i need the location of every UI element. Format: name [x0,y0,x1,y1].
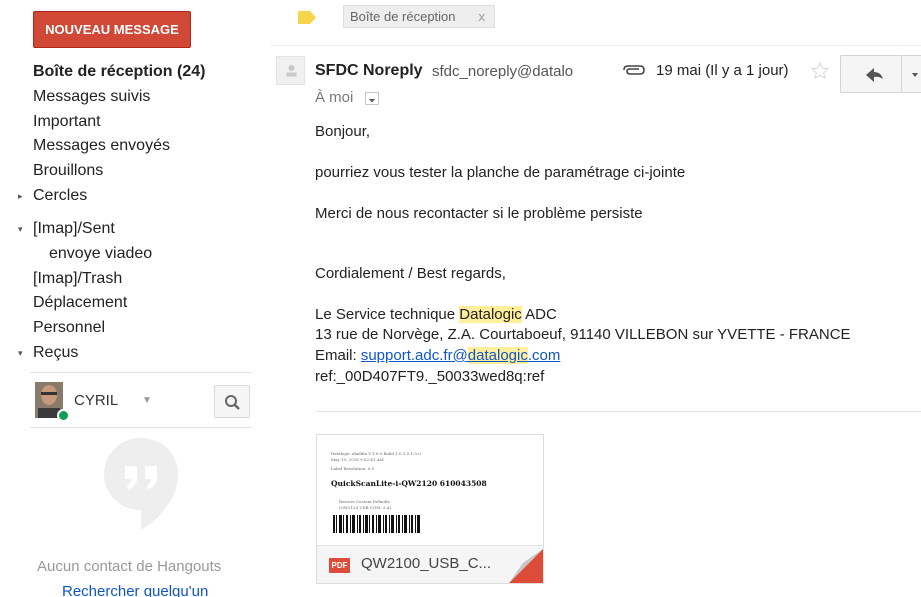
preview-product-title: QuickScanLite-i-QW2120 610043508 [331,479,487,488]
sidebar-item-envoye-viadeo[interactable]: envoye viadeo [49,245,152,263]
divider [30,372,252,373]
compose-button[interactable]: NOUVEAU MESSAGE [33,11,191,48]
sidebar-item-imap-sent[interactable]: [Imap]/Sent [33,220,115,238]
preview-text: Restore Custom Defaults [339,499,390,504]
sidebar-item-starred[interactable]: Messages suivis [33,88,150,106]
signature-prefix: Le Service technique [315,306,460,323]
divider [270,45,921,46]
sidebar-item-circles[interactable]: Cercles [33,187,87,205]
body-greeting: Bonjour, [315,123,371,140]
sidebar-item-inbox[interactable]: Boîte de réception (24) [33,63,205,81]
sender-name[interactable]: SFDC Noreply [315,62,423,80]
message-date: 19 mai (Il y a 1 jour) [656,62,789,79]
user-name[interactable]: CYRIL [74,392,118,409]
paperclip-icon [623,65,645,75]
preview-text: (QW2120 USB-COM, 3 A) [339,505,392,510]
chevron-down-icon[interactable]: ▼ [142,395,152,406]
label-chip-inbox[interactable]: Boîte de réception x [343,5,495,28]
pdf-icon: PDF [329,558,350,573]
expand-arrow-icon[interactable]: ▸ [18,191,23,202]
hangouts-empty-text: Aucun contact de Hangouts [37,558,222,575]
signature-address: 13 rue de Norvège, Z.A. Courtaboeuf, 911… [315,326,851,343]
body-line-1: pourriez vous tester la planche de param… [315,164,686,181]
label-tag-icon [298,11,316,24]
page-corner-icon [509,549,543,583]
reference-code: ref:_00D407FT9._50033wed8q:ref [315,368,545,385]
reply-icon [866,68,883,82]
attachment-filename[interactable]: QW2100_USB_C... [361,555,491,572]
label-chip-text: Boîte de réception [350,9,456,24]
signature-line: Le Service technique Datalogic ADC [315,306,557,323]
sidebar-item-deplacement[interactable]: Déplacement [33,294,127,312]
recipient-details-button[interactable] [365,92,379,105]
email-label: Email: [315,347,361,364]
recipient-text: À moi [315,89,354,106]
body-line-2: Merci de nous recontacter si le problème… [315,205,643,222]
chevron-down-icon [369,99,375,103]
signature-company: Datalogic [459,306,522,323]
attachment-preview[interactable]: Datalogic Aladdin V.1.0.0 Build 1.0.1.0.… [317,435,543,545]
support-email-link[interactable]: support.adc.fr@datalogic.com [361,347,560,364]
preview-text: Label Resolution: 0.5 [331,466,375,471]
online-status-indicator [57,409,70,422]
sidebar-item-imap-trash[interactable]: [Imap]/Trash [33,270,122,288]
person-icon [286,65,297,77]
signature-email-line: Email: support.adc.fr@datalogic.com [315,347,560,364]
more-options-button[interactable] [902,55,921,93]
hangouts-find-link[interactable]: Rechercher quelqu'un [62,583,208,597]
signature-suffix: ADC [521,306,557,323]
collapse-arrow-icon[interactable]: ▾ [18,348,23,359]
star-icon[interactable] [810,61,830,81]
collapse-arrow-icon[interactable]: ▾ [18,224,23,235]
sidebar-item-drafts[interactable]: Brouillons [33,162,103,180]
sidebar-item-recus[interactable]: Reçus [33,344,78,362]
sender-avatar [276,56,305,85]
preview-text: May 19, 2016 9:52:41 AM [331,457,384,462]
sender-email: sfdc_noreply@datalo [432,63,574,80]
reply-button[interactable] [840,55,902,93]
chevron-down-icon [912,73,918,77]
divider [315,411,921,412]
barcode-image [333,515,420,533]
body-closing: Cordialement / Best regards, [315,265,506,282]
search-icon [225,395,240,410]
attachment-card[interactable]: Datalogic Aladdin V.1.0.0 Build 1.0.1.0.… [316,434,544,584]
preview-text: Datalogic Aladdin V.1.0.0 Build 1.0.1.0.… [331,451,421,456]
search-people-button[interactable] [214,385,250,418]
close-icon[interactable]: x [479,6,486,27]
sidebar-item-sent[interactable]: Messages envoyés [33,137,170,155]
divider [30,427,252,428]
sidebar-item-important[interactable]: Important [33,113,101,131]
sidebar-item-personnel[interactable]: Personnel [33,319,105,337]
hangouts-icon [104,438,178,530]
